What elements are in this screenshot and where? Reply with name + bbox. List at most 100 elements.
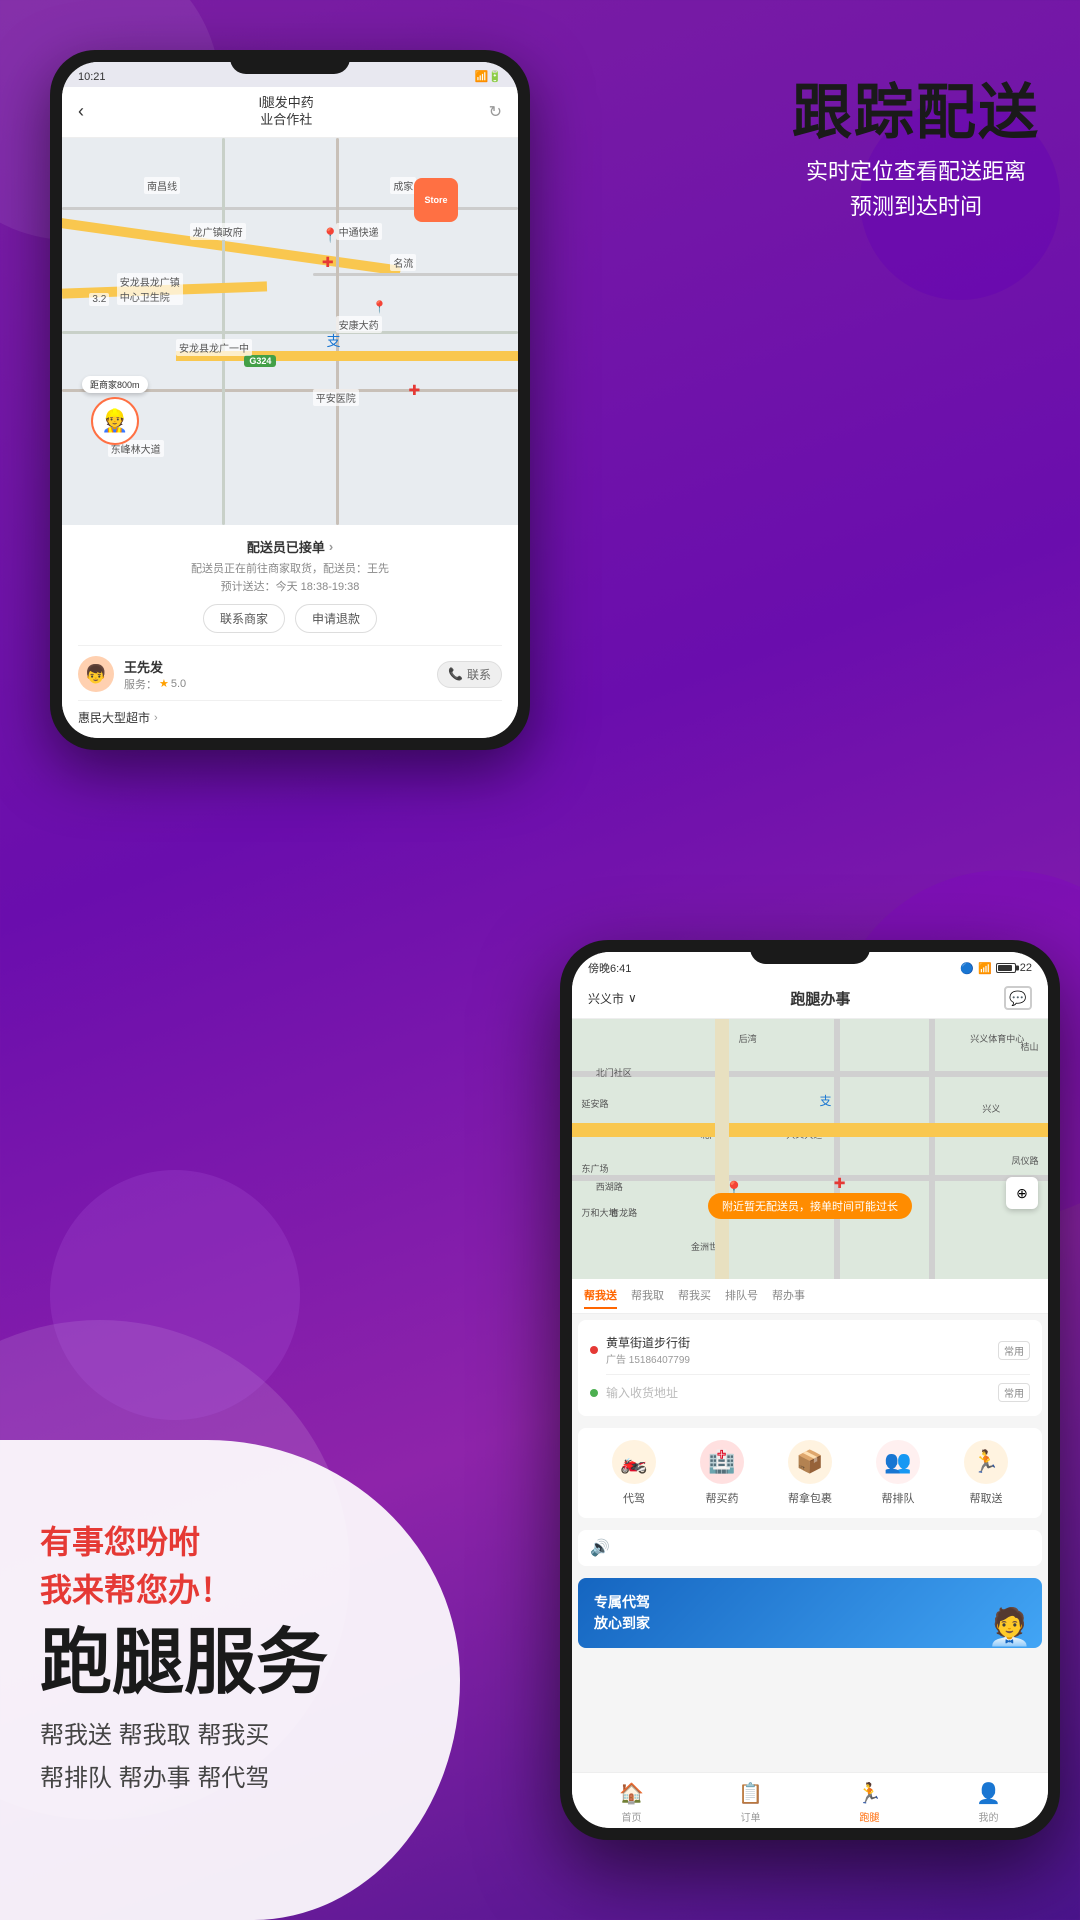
phone1-time: 10:21: [78, 71, 106, 83]
service-package-icon: 📦: [788, 1440, 832, 1484]
address-to-row[interactable]: 输入收货地址 常用: [590, 1377, 1030, 1408]
phone2-header: 兴义市 ∨ 跑腿办事 💬: [572, 980, 1048, 1019]
delivery-person-avatar: 👷: [91, 397, 139, 445]
service-package[interactable]: 📦 帮拿包裹: [788, 1440, 832, 1506]
store-chevron: ›: [154, 712, 158, 724]
bluetooth-icon: 🔵: [960, 962, 974, 975]
service-express-label: 帮取送: [970, 1490, 1003, 1506]
address-from-row[interactable]: 黄草街道步行街 广告 15186407799 常用: [590, 1328, 1030, 1372]
service-queue-label: 帮排队: [882, 1490, 915, 1506]
tab-bangwosong[interactable]: 帮我送: [584, 1287, 617, 1309]
nav-order[interactable]: 📋 订单: [738, 1781, 763, 1824]
p2-label-houwan: 后湾: [739, 1032, 757, 1045]
store-name: 惠民大型超市: [78, 709, 150, 726]
errand-icon: 🏃: [857, 1781, 882, 1806]
star-icon: ★: [159, 677, 169, 690]
service-medicine[interactable]: 🏥 帮买药: [700, 1440, 744, 1506]
tab-bangwomai[interactable]: 帮我买: [678, 1287, 711, 1309]
phone1-signal: 📶🔋: [475, 70, 502, 83]
p2-label-jushan: 桔山: [1020, 1040, 1038, 1053]
tab-paihao[interactable]: 排队号: [725, 1287, 758, 1309]
person-avatar: 👦: [78, 656, 114, 692]
mine-icon: 👤: [976, 1781, 1001, 1806]
location-button[interactable]: ⊕: [1006, 1177, 1038, 1209]
delivery-avatar-map: 距商家800m 👷: [82, 376, 148, 445]
service-medicine-icon: 🏥: [700, 1440, 744, 1484]
phone-mockup-1: 10:21 📶🔋 ‹ l腿发中药 业合作社 ↻ G324: [50, 50, 530, 750]
map-label-school: 安龙县龙广一中: [176, 339, 252, 356]
service-express[interactable]: 🏃 帮取送: [964, 1440, 1008, 1506]
p2-pin-red: ✚: [834, 1175, 846, 1192]
tab-bangbansk[interactable]: 帮办事: [772, 1287, 805, 1309]
refund-btn[interactable]: 申请退款: [295, 604, 377, 633]
service-daijia[interactable]: 🏍️ 代驾: [612, 1440, 656, 1506]
contact-label: 联系: [467, 666, 491, 683]
phone1-notch: [230, 62, 350, 74]
phone1-back-button[interactable]: ‹: [78, 101, 84, 122]
map-pin-red: 📍: [372, 300, 387, 314]
delivery-status-chevron: ›: [329, 539, 333, 554]
nav-order-label: 订单: [741, 1809, 761, 1824]
tab-bangwoqu[interactable]: 帮我取: [631, 1287, 664, 1309]
p2-label-xhu: 西湖路: [596, 1180, 623, 1193]
phone2-bottom-nav: 🏠 首页 📋 订单 🏃 跑腿 👤 我的: [572, 1772, 1048, 1828]
service-queue-icon: 👥: [876, 1440, 920, 1484]
signal-bars: 📶: [978, 962, 992, 975]
service-desc-line1: 帮我送 帮我取 帮我买: [40, 1714, 328, 1757]
map-pin-purple: 📍: [322, 227, 339, 244]
p2-road-thin2: [572, 1175, 1048, 1181]
map-label-mingliiu: 名流: [390, 254, 416, 271]
service-label: 服务：: [124, 676, 157, 692]
p2-label-donggf: 东广场: [582, 1162, 609, 1175]
service-daijia-label: 代驾: [623, 1490, 645, 1506]
main-title: 跟踪配送: [792, 80, 1040, 146]
contact-button[interactable]: 📞 联系: [437, 661, 502, 688]
person-name: 王先发: [124, 657, 186, 676]
road-v-1: [222, 138, 225, 525]
rating-value: 5.0: [171, 678, 186, 690]
nav-home[interactable]: 🏠 首页: [619, 1781, 644, 1824]
p2-road-v3: [929, 1019, 935, 1279]
audio-section[interactable]: 🔊: [578, 1530, 1042, 1566]
map-label-hospital2: 平安医院: [313, 389, 359, 406]
p2-road-thin1: [572, 1071, 1048, 1077]
delivery-person-info: 👦 王先发 服务： ★ 5.0: [78, 656, 186, 692]
phone2-location[interactable]: 兴义市 ∨: [588, 990, 637, 1007]
top-right-section: 跟踪配送 实时定位查看配送距离 预测到达时间: [792, 80, 1040, 224]
banner-section[interactable]: 专属代驾 放心到家 🧑‍💼: [578, 1578, 1042, 1648]
service-desc-line2: 帮排队 帮办事 帮代驾: [40, 1757, 328, 1800]
p2-label-beimen: 北门社区: [596, 1066, 632, 1079]
road-badge-g324: G324: [244, 355, 276, 367]
service-queue[interactable]: 👥 帮排队: [876, 1440, 920, 1506]
tagline-line1: 有事您吩咐: [40, 1518, 328, 1566]
store-label: Store: [420, 193, 451, 207]
road-thin-2: [313, 273, 518, 276]
address-from-info: 黄草街道步行街 广告 15186407799: [606, 1334, 990, 1366]
phone1-refresh-button[interactable]: ↻: [489, 102, 502, 122]
nav-mine-label: 我的: [979, 1809, 999, 1824]
address-from-text: 黄草街道步行街: [606, 1334, 990, 1351]
contact-merchant-btn[interactable]: 联系商家: [203, 604, 285, 633]
nav-errand[interactable]: 🏃 跑腿: [857, 1781, 882, 1824]
nav-mine[interactable]: 👤 我的: [976, 1781, 1001, 1824]
delivery-actions: 联系商家 申请退款: [78, 604, 502, 633]
message-icon[interactable]: 💬: [1004, 986, 1032, 1010]
address-to-tag: 常用: [998, 1383, 1030, 1402]
address-from-sub: 广告 15186407799: [606, 1351, 990, 1366]
delivery-person-row: 👦 王先发 服务： ★ 5.0 📞 联系: [78, 645, 502, 692]
store-link[interactable]: 惠民大型超市 ›: [78, 709, 502, 726]
battery-fill: [998, 965, 1012, 971]
banner-line1: 专属代驾: [594, 1592, 650, 1613]
map-bg-color: [572, 1019, 1048, 1279]
p2-label-yanan: 延安路: [582, 1097, 609, 1110]
address-section: 黄草街道步行街 广告 15186407799 常用 输入收货地址 常用: [578, 1320, 1042, 1416]
person-details: 王先发 服务： ★ 5.0: [124, 657, 186, 692]
p2-label-fengyi: 凤仪路: [1011, 1154, 1038, 1167]
banner-text: 专属代驾 放心到家: [594, 1592, 650, 1634]
bottom-left-section: 有事您吩咐 我来帮您办！ 跑腿服务 帮我送 帮我取 帮我买 帮排队 帮办事 帮代…: [40, 1518, 328, 1800]
p2-label-sports: 兴义体育中心: [970, 1032, 1024, 1045]
phone2-title: 跑腿办事: [790, 988, 850, 1009]
phone2-map: 后湾 兴义体育中心 北门社区 桔山 延安路 北门 兴义大道 兴义 东广场 西湖路…: [572, 1019, 1048, 1279]
phone2-notch: [750, 952, 870, 964]
p2-label-qinglong: 青龙路: [610, 1206, 637, 1219]
